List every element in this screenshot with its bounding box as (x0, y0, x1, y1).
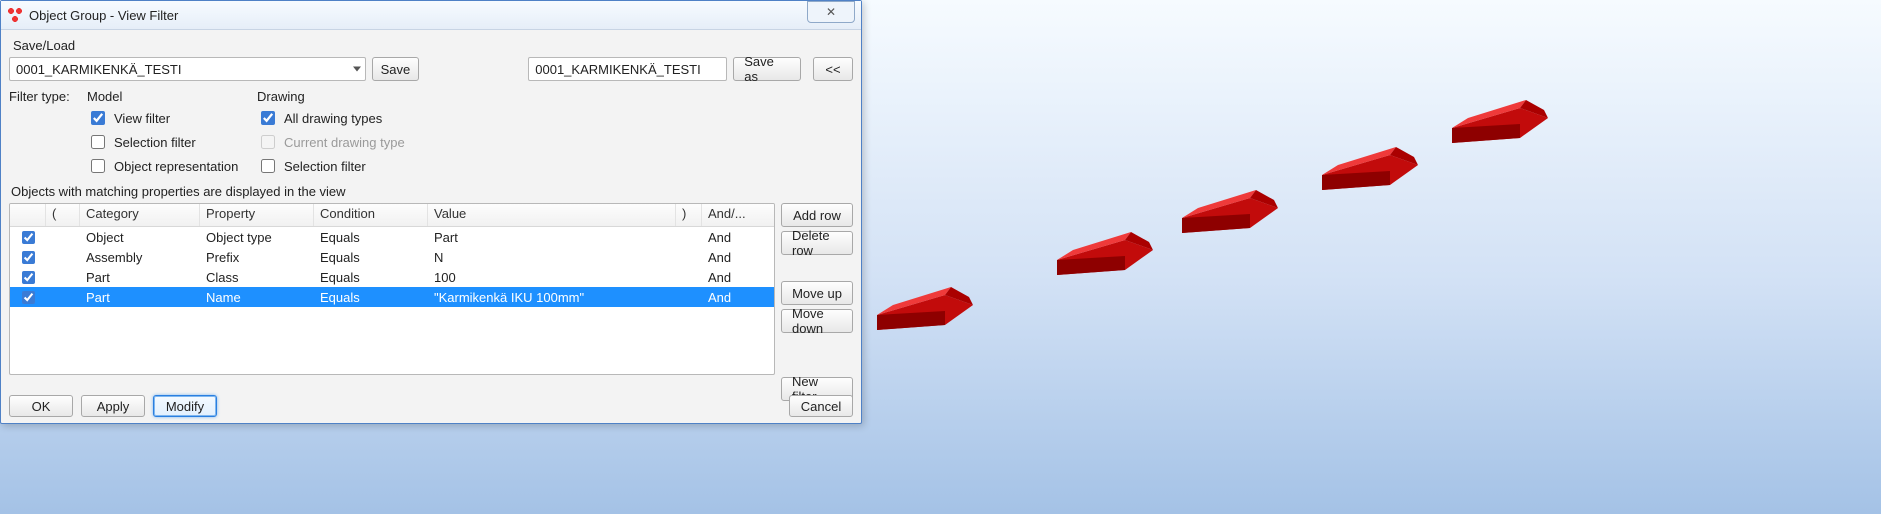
cancel-button[interactable]: Cancel (789, 395, 853, 417)
selection-filter-drawing-checkbox[interactable]: Selection filter (257, 156, 457, 176)
cell-value[interactable]: N (428, 250, 676, 265)
cell-andor[interactable]: And (702, 290, 766, 305)
titlebar[interactable]: Object Group - View Filter ✕ (1, 1, 861, 30)
objects-label: Objects with matching properties are dis… (11, 184, 853, 199)
drawing-header: Drawing (257, 89, 457, 104)
saveload-label: Save/Load (13, 38, 853, 53)
cell-condition[interactable]: Equals (314, 290, 428, 305)
save-button[interactable]: Save (372, 57, 419, 81)
cell-andor[interactable]: And (702, 230, 766, 245)
row-enable-checkbox[interactable] (22, 251, 35, 264)
cell-condition[interactable]: Equals (314, 250, 428, 265)
model-part-1 (875, 275, 975, 335)
cell-condition[interactable]: Equals (314, 230, 428, 245)
cell-andor[interactable]: And (702, 270, 766, 285)
col-condition[interactable]: Condition (314, 204, 428, 226)
table-header: ( Category Property Condition Value ) An… (10, 204, 774, 227)
col-paren-close[interactable]: ) (676, 204, 702, 226)
saveas-name-value: 0001_KARMIKENKÄ_TESTI (535, 62, 700, 77)
chevron-down-icon (353, 67, 361, 72)
saveas-name-input[interactable]: 0001_KARMIKENKÄ_TESTI (528, 57, 727, 81)
modify-button[interactable]: Modify (153, 395, 217, 417)
selection-filter-drawing-check[interactable] (261, 159, 275, 173)
model-part-3 (1180, 178, 1280, 238)
selection-filter-model-check[interactable] (91, 135, 105, 149)
cell-property[interactable]: Class (200, 270, 314, 285)
cell-property[interactable]: Prefix (200, 250, 314, 265)
object-representation-check[interactable] (91, 159, 105, 173)
col-paren-open[interactable]: ( (46, 204, 80, 226)
table-row[interactable]: AssemblyPrefixEqualsN And (10, 247, 774, 267)
row-enable-checkbox[interactable] (22, 231, 35, 244)
model-part-2 (1055, 220, 1155, 280)
cell-property[interactable]: Object type (200, 230, 314, 245)
view-filter-dialog: Object Group - View Filter ✕ Save/Load 0… (0, 0, 862, 424)
model-part-4 (1320, 135, 1420, 195)
filter-type-label: Filter type: (9, 89, 87, 104)
window-title: Object Group - View Filter (29, 8, 807, 23)
table-row[interactable]: ObjectObject typeEqualsPart And (10, 227, 774, 247)
add-row-button[interactable]: Add row (781, 203, 853, 227)
current-drawing-type-check (261, 135, 275, 149)
cell-value[interactable]: "Karmikenkä IKU 100mm" (428, 290, 676, 305)
col-property[interactable]: Property (200, 204, 314, 226)
move-down-button[interactable]: Move down (781, 309, 853, 333)
model-part-5 (1450, 88, 1550, 148)
row-enable-checkbox[interactable] (22, 271, 35, 284)
ok-button[interactable]: OK (9, 395, 73, 417)
view-filter-check[interactable] (91, 111, 105, 125)
save-as-button[interactable]: Save as (733, 57, 801, 81)
saveload-combo[interactable]: 0001_KARMIKENKÄ_TESTI (9, 57, 366, 81)
cell-condition[interactable]: Equals (314, 270, 428, 285)
col-andor[interactable]: And/... (702, 204, 766, 226)
all-drawing-types-check[interactable] (261, 111, 275, 125)
window-close-button[interactable]: ✕ (807, 1, 855, 23)
delete-row-button[interactable]: Delete row (781, 231, 853, 255)
object-representation-checkbox[interactable]: Object representation (87, 156, 257, 176)
move-up-button[interactable]: Move up (781, 281, 853, 305)
all-drawing-types-checkbox[interactable]: All drawing types (257, 108, 457, 128)
apply-button[interactable]: Apply (81, 395, 145, 417)
cell-value[interactable]: 100 (428, 270, 676, 285)
view-filter-checkbox[interactable]: View filter (87, 108, 257, 128)
collapse-button[interactable]: << (813, 57, 853, 81)
row-enable-checkbox[interactable] (22, 291, 35, 304)
model-header: Model (87, 89, 257, 104)
col-value[interactable]: Value (428, 204, 676, 226)
filter-rules-table[interactable]: ( Category Property Condition Value ) An… (9, 203, 775, 375)
close-icon: ✕ (826, 5, 836, 19)
cell-category[interactable]: Part (80, 270, 200, 285)
cell-category[interactable]: Assembly (80, 250, 200, 265)
col-category[interactable]: Category (80, 204, 200, 226)
current-drawing-type-checkbox: Current drawing type (257, 132, 457, 152)
table-row[interactable]: PartClassEquals100 And (10, 267, 774, 287)
table-row[interactable]: PartNameEquals"Karmikenkä IKU 100mm" And (10, 287, 774, 307)
selection-filter-model-checkbox[interactable]: Selection filter (87, 132, 257, 152)
cell-category[interactable]: Object (80, 230, 200, 245)
saveload-combo-value: 0001_KARMIKENKÄ_TESTI (16, 62, 181, 77)
cell-property[interactable]: Name (200, 290, 314, 305)
cell-andor[interactable]: And (702, 250, 766, 265)
cell-value[interactable]: Part (428, 230, 676, 245)
app-icon (7, 7, 23, 23)
cell-category[interactable]: Part (80, 290, 200, 305)
